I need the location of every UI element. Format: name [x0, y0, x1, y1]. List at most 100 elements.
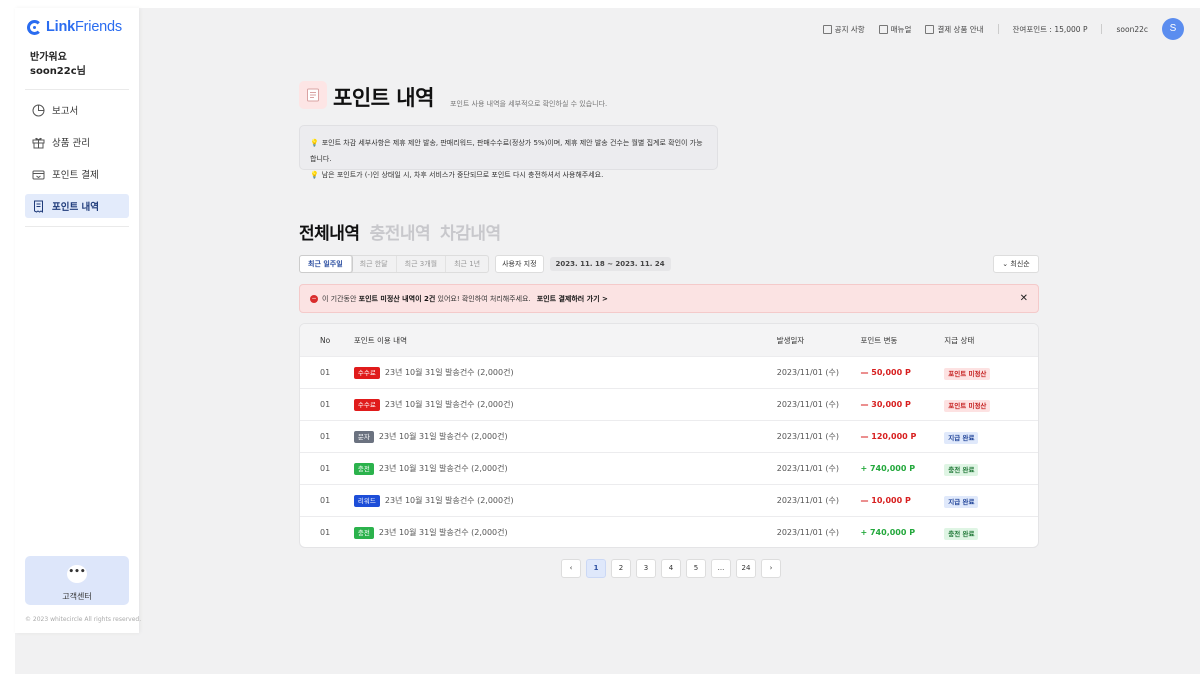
row-no: 01	[320, 368, 331, 377]
row-status: 충전 완료	[944, 527, 1038, 540]
notice-box: 💡 포인트 차감 세부사항은 제휴 제안 발송, 판매리워드, 판매수수료(정상가…	[299, 125, 718, 179]
avatar[interactable]: S	[1162, 18, 1184, 40]
row-status: 포인트 미정산	[944, 367, 1038, 380]
notice-link[interactable]: 공지 사항	[822, 24, 865, 35]
table-header: No 포인트 이용 내역 발생일자 포인트 변동 지급 상태	[300, 324, 1038, 356]
manual-link[interactable]: 매뉴얼	[878, 24, 911, 35]
go-payment-link[interactable]: 포인트 결제하러 가기 >	[537, 294, 608, 304]
receipt-icon	[299, 81, 327, 109]
tab-deduct[interactable]: 차감내역	[440, 219, 501, 244]
sidebar-item-report[interactable]: 보고서	[25, 98, 129, 122]
brand-logo[interactable]: LinkFriends	[27, 19, 122, 35]
period-3months[interactable]: 최근 3개월	[397, 256, 447, 272]
period-week[interactable]: 최근 일주일	[300, 256, 352, 272]
username-text[interactable]: soon22c	[1116, 25, 1148, 34]
balance-text: 잔여포인트 : 15,000 P	[1012, 24, 1088, 34]
period-segment: 최근 일주일 최근 한달 최근 3개월 최근 1년	[299, 255, 490, 273]
sidebar-item-products[interactable]: 상품 관리	[25, 130, 129, 154]
next-page-button[interactable]: ›	[761, 559, 781, 578]
table-row[interactable]: 01 충전 23년 10월 31일 발송건수 (2,000건) 2023/11/01 …	[300, 452, 1038, 484]
row-no: 01	[320, 528, 331, 537]
status-badge: 충전 완료	[944, 527, 979, 540]
row-status: 지급 완료	[944, 431, 1038, 444]
table-row[interactable]: 01 수수료 23년 10월 31일 발송건수 (2,000건) 2023/11/01…	[300, 388, 1038, 420]
period-filter: 최근 일주일 최근 한달 최근 3개월 최근 1년 사용자 지정 2023. 1…	[299, 255, 671, 273]
copyright: © 2023 whitecircle All rights reserved.	[25, 616, 142, 623]
table-row[interactable]: 01 문자 23년 10월 31일 발송건수 (2,000건) 2023/11/01 …	[300, 420, 1038, 452]
row-points: + 740,000 P	[860, 464, 916, 473]
type-tag: 충전	[353, 526, 374, 539]
status-badge: 지급 완료	[944, 431, 979, 444]
brand-name: LinkFriends	[46, 19, 122, 35]
sidebar-item-label: 포인트 결제	[52, 170, 99, 181]
payment-guide-link[interactable]: 결제 상품 안내	[925, 24, 984, 35]
desc-text: 23년 10월 31일 발송건수 (2,000건)	[378, 432, 508, 441]
sort-dropdown[interactable]: ⌄ 최신순	[993, 255, 1039, 273]
status-badge: 포인트 미정산	[944, 367, 991, 380]
type-tag: 수수료	[353, 398, 380, 411]
page-button[interactable]: 3	[636, 559, 656, 578]
payment-guide-label: 결제 상품 안내	[937, 24, 984, 34]
sidebar-item-point-history[interactable]: 포인트 내역	[25, 194, 129, 218]
sidebar-item-label: 상품 관리	[52, 138, 90, 149]
period-month[interactable]: 최근 한달	[352, 256, 397, 272]
type-tag: 수수료	[353, 366, 380, 379]
prev-page-button[interactable]: ‹	[561, 559, 581, 578]
date-range: 2023. 11. 18 ~ 2023. 11. 24	[549, 257, 671, 271]
greeting-text: 반가워요	[30, 52, 67, 63]
topbar-divider	[997, 24, 999, 34]
customer-center-label: 고객센터	[62, 592, 92, 601]
sidebar: LinkFriends 반가워요 soon22c님 보고서 상품 관리 포인트 …	[15, 8, 142, 633]
page-button[interactable]: 2	[611, 559, 631, 578]
row-desc: 문자 23년 10월 31일 발송건수 (2,000건)	[353, 430, 777, 443]
page-button[interactable]: 24	[736, 559, 756, 578]
row-points: — 50,000 P	[860, 368, 911, 377]
page-button[interactable]: ...	[711, 559, 731, 578]
tab-all[interactable]: 전체내역	[299, 219, 360, 244]
desc-text: 23년 10월 31일 발송건수 (2,000건)	[384, 368, 514, 377]
chat-bubble-icon: •••	[67, 565, 87, 583]
sidebar-divider	[25, 89, 129, 90]
sort-label: 최신순	[1010, 260, 1030, 268]
notice-line: 💡 남은 포인트가 (-)인 상태일 시, 차후 서비스가 중단되므로 포인트 다…	[310, 171, 604, 179]
col-date: 발생일자	[776, 335, 805, 345]
page-button[interactable]: 4	[661, 559, 681, 578]
desc-text: 23년 10월 31일 발송건수 (2,000건)	[378, 528, 508, 537]
table-body: 01 수수료 23년 10월 31일 발송건수 (2,000건) 2023/11/01…	[300, 356, 1038, 547]
period-year[interactable]: 최근 1년	[446, 256, 488, 272]
gift-icon	[925, 24, 935, 34]
row-date: 2023/11/01 (수)	[776, 528, 839, 537]
tab-charge[interactable]: 충전내역	[370, 219, 431, 244]
status-badge: 충전 완료	[944, 463, 979, 476]
chevron-down-icon: ⌄	[1002, 260, 1009, 268]
sidebar-item-label: 포인트 내역	[52, 202, 100, 213]
page-button[interactable]: 1	[586, 559, 606, 578]
sidebar-item-point-payment[interactable]: 포인트 결제	[25, 162, 129, 186]
top-bar: 공지 사항 매뉴얼 결제 상품 안내 잔여포인트 : 15,000 P soon…	[822, 18, 1184, 40]
page-button[interactable]: 5	[686, 559, 706, 578]
row-date: 2023/11/01 (수)	[776, 496, 839, 505]
row-status: 포인트 미정산	[944, 399, 1038, 412]
alert-suffix: 있어요! 확인하여 처리해주세요.	[437, 294, 531, 303]
row-desc: 충전 23년 10월 31일 발송건수 (2,000건)	[353, 526, 777, 539]
row-points: — 30,000 P	[860, 400, 911, 409]
close-icon[interactable]: ✕	[1020, 293, 1028, 304]
table-row[interactable]: 01 리워드 23년 10월 31일 발송건수 (2,000건) 2023/11/01…	[300, 484, 1038, 516]
notice-label: 공지 사항	[834, 24, 865, 34]
row-desc: 수수료 23년 10월 31일 발송건수 (2,000건)	[353, 366, 777, 379]
table-row[interactable]: 01 충전 23년 10월 31일 발송건수 (2,000건) 2023/11/01 …	[300, 516, 1038, 547]
sidebar-divider	[25, 226, 129, 227]
custom-period-button[interactable]: 사용자 지정	[495, 255, 544, 273]
desc-text: 23년 10월 31일 발송건수 (2,000건)	[378, 464, 508, 473]
pie-chart-icon	[31, 103, 45, 117]
customer-center-button[interactable]: ••• 고객센터	[25, 556, 129, 605]
row-no: 01	[320, 400, 331, 409]
row-desc: 충전 23년 10월 31일 발송건수 (2,000건)	[353, 462, 777, 475]
sidebar-item-label: 보고서	[52, 106, 79, 117]
row-desc: 수수료 23년 10월 31일 발송건수 (2,000건)	[353, 398, 777, 411]
type-tag: 문자	[353, 430, 374, 443]
user-greeting: 반가워요 soon22c님	[30, 51, 86, 79]
table-row[interactable]: 01 수수료 23년 10월 31일 발송건수 (2,000건) 2023/11/01…	[300, 356, 1038, 388]
type-tag: 충전	[353, 462, 374, 475]
receipt-icon	[31, 199, 45, 213]
